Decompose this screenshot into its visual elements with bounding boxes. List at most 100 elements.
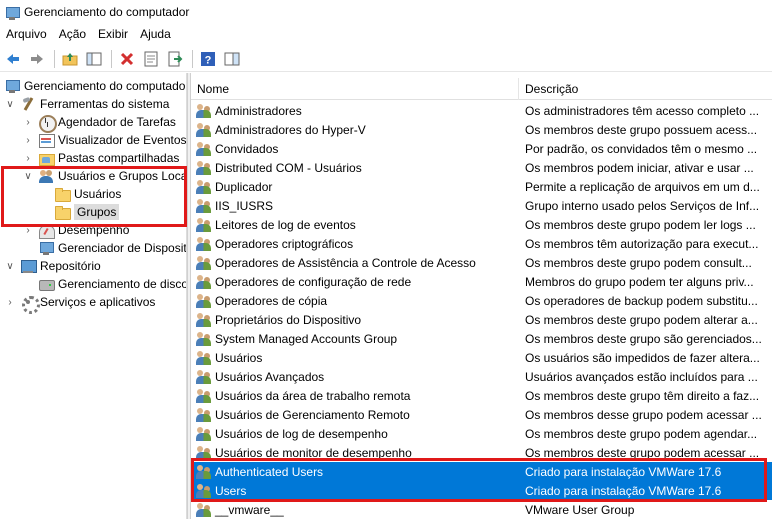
tree-item-device-manager[interactable]: Gerenciador de Disposit xyxy=(38,239,187,257)
table-row[interactable]: Distributed COM - Usuários Os membros pod… xyxy=(191,158,772,177)
group-name: Distributed COM - Usuários xyxy=(215,160,362,175)
show-hide-console-tree-button[interactable] xyxy=(83,48,105,70)
column-header-name[interactable]: Nome xyxy=(191,77,519,100)
table-row[interactable]: Usuários da área de trabalho remota Os me… xyxy=(191,386,772,405)
list-header: Nome Descrição xyxy=(191,77,772,100)
group-name-cell: Administradores do Hyper-V xyxy=(191,122,519,138)
tree-item-performance[interactable]: › Desempenho xyxy=(22,221,129,239)
table-row[interactable]: Usuários Avançados Usuários avançados est… xyxy=(191,367,772,386)
chevron-right-icon[interactable]: › xyxy=(22,152,34,164)
tree-item-disk-management[interactable]: Gerenciamento de disco xyxy=(38,275,186,293)
chevron-down-icon[interactable]: ∨ xyxy=(4,98,16,110)
table-row[interactable]: Operadores de cópia Os operadores de back… xyxy=(191,291,772,310)
table-row[interactable]: Proprietários do Dispositivo Os membros d… xyxy=(191,310,772,329)
tree-item-users[interactable]: Usuários xyxy=(54,185,121,203)
table-row[interactable]: Operadores de configuração de rede Membro… xyxy=(191,272,772,291)
tree-item-local-users-groups[interactable]: ∨ Usuários e Grupos Loca xyxy=(22,167,186,185)
table-row[interactable]: Usuários de log de desempenho Os membros … xyxy=(191,424,772,443)
back-button[interactable] xyxy=(2,48,24,70)
folder-icon xyxy=(54,204,71,220)
computer-management-icon xyxy=(4,78,20,94)
chevron-right-icon[interactable]: › xyxy=(22,116,34,128)
help-button[interactable]: ? xyxy=(197,48,219,70)
group-name: Operadores criptográficos xyxy=(215,236,354,251)
group-description: Usuários avançados estão incluídos para … xyxy=(525,369,758,384)
table-row[interactable]: Usuários de monitor de desempenho Os memb… xyxy=(191,443,772,462)
table-row[interactable]: Authenticated Users Criado para instalaçã… xyxy=(191,462,772,481)
group-icon xyxy=(196,179,212,195)
tree-item-task-scheduler[interactable]: › Agendador de Tarefas xyxy=(22,113,176,133)
export-list-button[interactable] xyxy=(164,48,186,70)
group-name: Usuários Avançados xyxy=(215,369,325,384)
table-row[interactable]: Users Criado para instalação VMWare 17.6 xyxy=(191,481,772,500)
group-name-cell: __vmware__ xyxy=(191,502,519,518)
clock-icon xyxy=(38,114,57,133)
tools-icon xyxy=(20,96,36,112)
delete-button[interactable] xyxy=(116,48,138,70)
group-name-cell: Administradores xyxy=(191,103,519,119)
group-name-cell: Usuários de monitor de desempenho xyxy=(191,445,519,461)
group-icon xyxy=(196,141,212,157)
table-row[interactable]: Administradores Os administradores têm ac… xyxy=(191,101,772,120)
up-one-level-button[interactable] xyxy=(59,48,81,70)
menu-ajuda[interactable]: Ajuda xyxy=(134,24,177,44)
group-name-cell: Operadores de configuração de rede xyxy=(191,274,519,290)
chevron-down-icon[interactable]: ∨ xyxy=(22,170,34,182)
menu-acao[interactable]: Ação xyxy=(53,24,92,44)
group-name: __vmware__ xyxy=(215,502,284,517)
chevron-down-icon[interactable]: ∨ xyxy=(4,260,16,272)
group-description: Os operadores de backup podem substitu..… xyxy=(525,293,758,308)
tree-item-label: Repositório xyxy=(40,259,101,273)
tree-item-label: Gerenciador de Disposit xyxy=(58,241,187,255)
toolbar-separator xyxy=(54,49,55,68)
table-row[interactable]: Usuários de Gerenciamento Remoto Os membr… xyxy=(191,405,772,424)
table-row[interactable]: Operadores criptográficos Os membros têm … xyxy=(191,234,772,253)
tree-item-groups[interactable]: Grupos xyxy=(54,203,120,221)
table-row[interactable]: Usuários Os usuários são impedidos de faz… xyxy=(191,348,772,367)
table-row[interactable]: Convidados Por padrão, os convidados têm … xyxy=(191,139,772,158)
tree-item-label: Visualizador de Eventos xyxy=(58,133,187,147)
group-description: Os membros desse grupo podem acessar ... xyxy=(525,407,762,422)
console-view-button[interactable] xyxy=(221,48,243,70)
chevron-right-icon[interactable]: › xyxy=(4,296,16,308)
folder-icon xyxy=(54,186,71,202)
table-row[interactable]: Operadores de Assistência a Controle de … xyxy=(191,253,772,272)
group-icon xyxy=(196,445,212,461)
group-name-cell: Operadores criptográficos xyxy=(191,236,519,252)
tree-item-storage[interactable]: ∨ Repositório xyxy=(4,257,101,275)
forward-button[interactable] xyxy=(26,48,48,70)
table-row[interactable]: Administradores do Hyper-V Os membros des… xyxy=(191,120,772,139)
group-name-cell: Users xyxy=(191,483,519,499)
table-row[interactable]: IIS_IUSRS Grupo interno usado pelos Servi… xyxy=(191,196,772,215)
shared-folder-icon xyxy=(38,150,55,166)
table-row[interactable]: Leitores de log de eventos Os membros des… xyxy=(191,215,772,234)
chevron-right-icon[interactable]: › xyxy=(22,134,34,146)
tree-item-label: Usuários xyxy=(74,187,122,201)
group-description: Os membros deste grupo são gerenciados..… xyxy=(525,331,762,346)
tree-item-shared-folders[interactable]: › Pastas compartilhadas xyxy=(22,149,179,167)
tree-item-event-viewer[interactable]: › Visualizador de Eventos xyxy=(22,131,187,149)
group-icon xyxy=(196,388,212,404)
group-description: VMware User Group xyxy=(525,502,635,517)
properties-button[interactable] xyxy=(140,48,162,70)
group-icon xyxy=(196,293,212,309)
delete-icon xyxy=(120,52,134,65)
table-row[interactable]: Duplicador Permite a replicação de arquiv… xyxy=(191,177,772,196)
table-row[interactable]: __vmware__ VMware User Group xyxy=(191,500,772,519)
chevron-right-icon[interactable]: › xyxy=(22,224,34,236)
group-name: System Managed Accounts Group xyxy=(215,331,398,346)
tree-item-services-apps[interactable]: › Serviços e aplicativos xyxy=(4,293,155,314)
group-name-cell: IIS_IUSRS xyxy=(191,198,519,214)
menu-arquivo[interactable]: Arquivo xyxy=(0,24,53,44)
tree-item-computer-management[interactable]: Gerenciamento do computador xyxy=(4,77,186,95)
menu-exibir[interactable]: Exibir xyxy=(92,24,134,44)
group-description: Permite a replicação de arquivos em um d… xyxy=(525,179,760,194)
back-arrow-icon xyxy=(7,53,19,64)
title-bar: Gerenciamento do computador xyxy=(0,0,772,24)
group-name: Users xyxy=(215,483,247,498)
column-header-description[interactable]: Descrição xyxy=(519,78,772,100)
group-icon xyxy=(196,198,212,214)
tree-item-system-tools[interactable]: ∨ Ferramentas do sistema xyxy=(4,95,169,113)
table-row[interactable]: System Managed Accounts Group Os membros … xyxy=(191,329,772,348)
group-name-cell: Authenticated Users xyxy=(191,464,519,480)
